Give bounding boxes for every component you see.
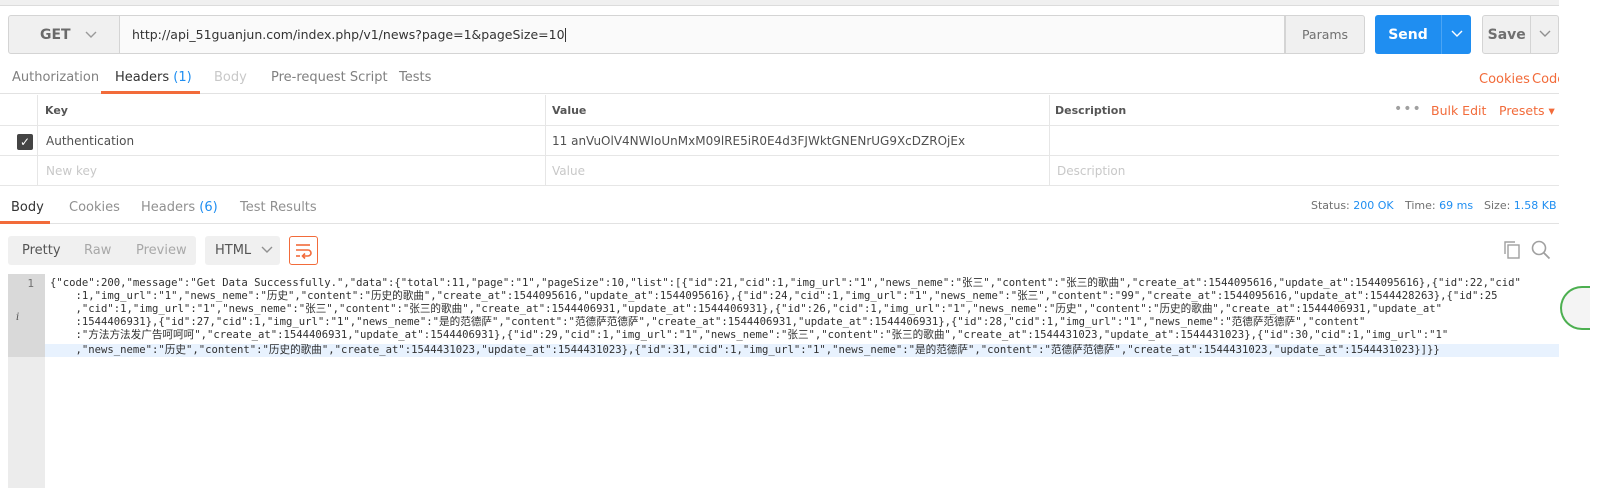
status-meta: Status: 200 OK <box>1311 199 1394 212</box>
wrap-lines-button[interactable] <box>289 236 318 265</box>
ellipsis-icon[interactable]: ••• <box>1394 101 1422 117</box>
tab-test-results[interactable]: Test Results <box>240 200 317 215</box>
tab-prerequest-script[interactable]: Pre-request Script <box>271 70 388 85</box>
right-margin <box>1559 0 1603 488</box>
format-label: HTML <box>215 243 252 258</box>
method-select[interactable]: GET <box>8 15 120 54</box>
cookies-link[interactable]: Cookies <box>1479 72 1530 87</box>
tab-tests[interactable]: Tests <box>399 70 431 85</box>
status-value[interactable]: 200 OK <box>1353 199 1393 212</box>
preview-button[interactable]: Preview <box>136 243 187 258</box>
send-label: Send <box>1388 26 1428 43</box>
request-tabs: Authorization Headers (1) Body Pre-reque… <box>0 64 1603 94</box>
pretty-button[interactable]: Pretty <box>22 243 61 258</box>
tab-body[interactable]: Body <box>214 70 247 85</box>
save-label: Save <box>1487 26 1526 43</box>
raw-button[interactable]: Raw <box>84 243 111 258</box>
size-meta: Size: 1.58 KB <box>1484 199 1557 212</box>
save-button[interactable]: Save <box>1482 15 1559 54</box>
header-key-cell[interactable]: Authentication <box>46 126 134 155</box>
code-line: :1,"img_url":"1","news_neme":"历史","conte… <box>50 290 1498 302</box>
table-row: ✓ Authentication 11 anVuOlV4NWIoUnMxM09l… <box>0 126 1560 156</box>
table-row-new: New key Value Description <box>0 156 1560 186</box>
tab-headers[interactable]: Headers (1) <box>115 70 192 85</box>
bulk-edit-link[interactable]: Bulk Edit <box>1431 103 1486 118</box>
checkmark-icon[interactable]: ✓ <box>17 134 33 150</box>
url-text: http://api_51guanjun.com/index.php/v1/ne… <box>132 27 565 42</box>
headers-table: Key Value Description ••• Bulk Edit Pres… <box>0 95 1603 186</box>
code-line: ,"cid":1,"img_url":"1","news_neme":"张三",… <box>50 303 1443 315</box>
response-body-editor[interactable]: 1 i {"code":200,"message":"Get Data Succ… <box>8 274 1559 488</box>
format-select[interactable]: HTML <box>205 236 280 265</box>
column-header-description: Description <box>1055 103 1127 117</box>
tab-response-cookies[interactable]: Cookies <box>69 200 120 215</box>
new-description-input[interactable]: Description <box>1057 156 1125 185</box>
wrap-lines-icon <box>296 244 312 260</box>
params-button[interactable]: Params <box>1285 15 1365 54</box>
active-tab-indicator <box>0 221 50 224</box>
tab-response-headers[interactable]: Headers (6) <box>141 200 218 215</box>
column-header-key: Key <box>45 103 68 117</box>
chevron-down-icon[interactable] <box>1442 28 1471 41</box>
tab-response-body[interactable]: Body <box>11 200 44 215</box>
active-tab-indicator <box>101 91 200 94</box>
size-label: Size: <box>1484 199 1511 212</box>
tab-response-headers-count: (6) <box>199 200 218 215</box>
method-label: GET <box>40 26 71 43</box>
line-number: 1 <box>27 277 34 290</box>
chevron-down-icon[interactable] <box>1531 28 1558 41</box>
tab-strip <box>0 0 1603 6</box>
time-label: Time: <box>1405 199 1436 212</box>
chevron-down-icon <box>85 28 97 42</box>
view-mode-group: Pretty Raw Preview <box>8 236 196 265</box>
info-icon: i <box>16 312 20 323</box>
search-icon[interactable] <box>1531 240 1551 264</box>
tab-authorization[interactable]: Authorization <box>12 70 99 85</box>
chevron-down-icon <box>261 244 273 257</box>
text-cursor <box>564 27 566 42</box>
tab-headers-count: (1) <box>173 70 192 85</box>
response-tabs: Body Cookies Headers (6) Test Results St… <box>0 194 1603 224</box>
url-input[interactable]: http://api_51guanjun.com/index.php/v1/ne… <box>120 15 1285 54</box>
new-value-input[interactable]: Value <box>552 156 585 185</box>
tab-response-headers-label: Headers <box>141 200 196 215</box>
time-value[interactable]: 69 ms <box>1439 199 1473 212</box>
send-button[interactable]: Send <box>1375 15 1471 54</box>
copy-icon[interactable] <box>1503 240 1521 264</box>
tab-headers-label: Headers <box>115 70 170 85</box>
presets-dropdown[interactable]: Presets ▾ <box>1499 103 1555 118</box>
new-key-input[interactable]: New key <box>46 156 97 185</box>
column-header-value: Value <box>552 103 587 117</box>
header-value-cell[interactable]: 11 anVuOlV4NWIoUnMxM09lRE5iR0E4d3FJWktGN… <box>552 126 965 155</box>
code-line: {"code":200,"message":"Get Data Successf… <box>50 277 1521 289</box>
code-line: :"方法方法发广告呵呵呵","create_at":1544406931,"up… <box>50 329 1449 341</box>
size-value[interactable]: 1.58 KB <box>1514 199 1557 212</box>
code-line: :1544406931},{"id":27,"cid":1,"img_url":… <box>50 316 1366 328</box>
time-meta: Time: 69 ms <box>1405 199 1473 212</box>
status-label: Status: <box>1311 199 1350 212</box>
code-line: ,"news_neme":"历史","content":"历史的歌曲","cre… <box>50 344 1440 356</box>
table-header-row: Key Value Description ••• Bulk Edit Pres… <box>0 95 1560 126</box>
